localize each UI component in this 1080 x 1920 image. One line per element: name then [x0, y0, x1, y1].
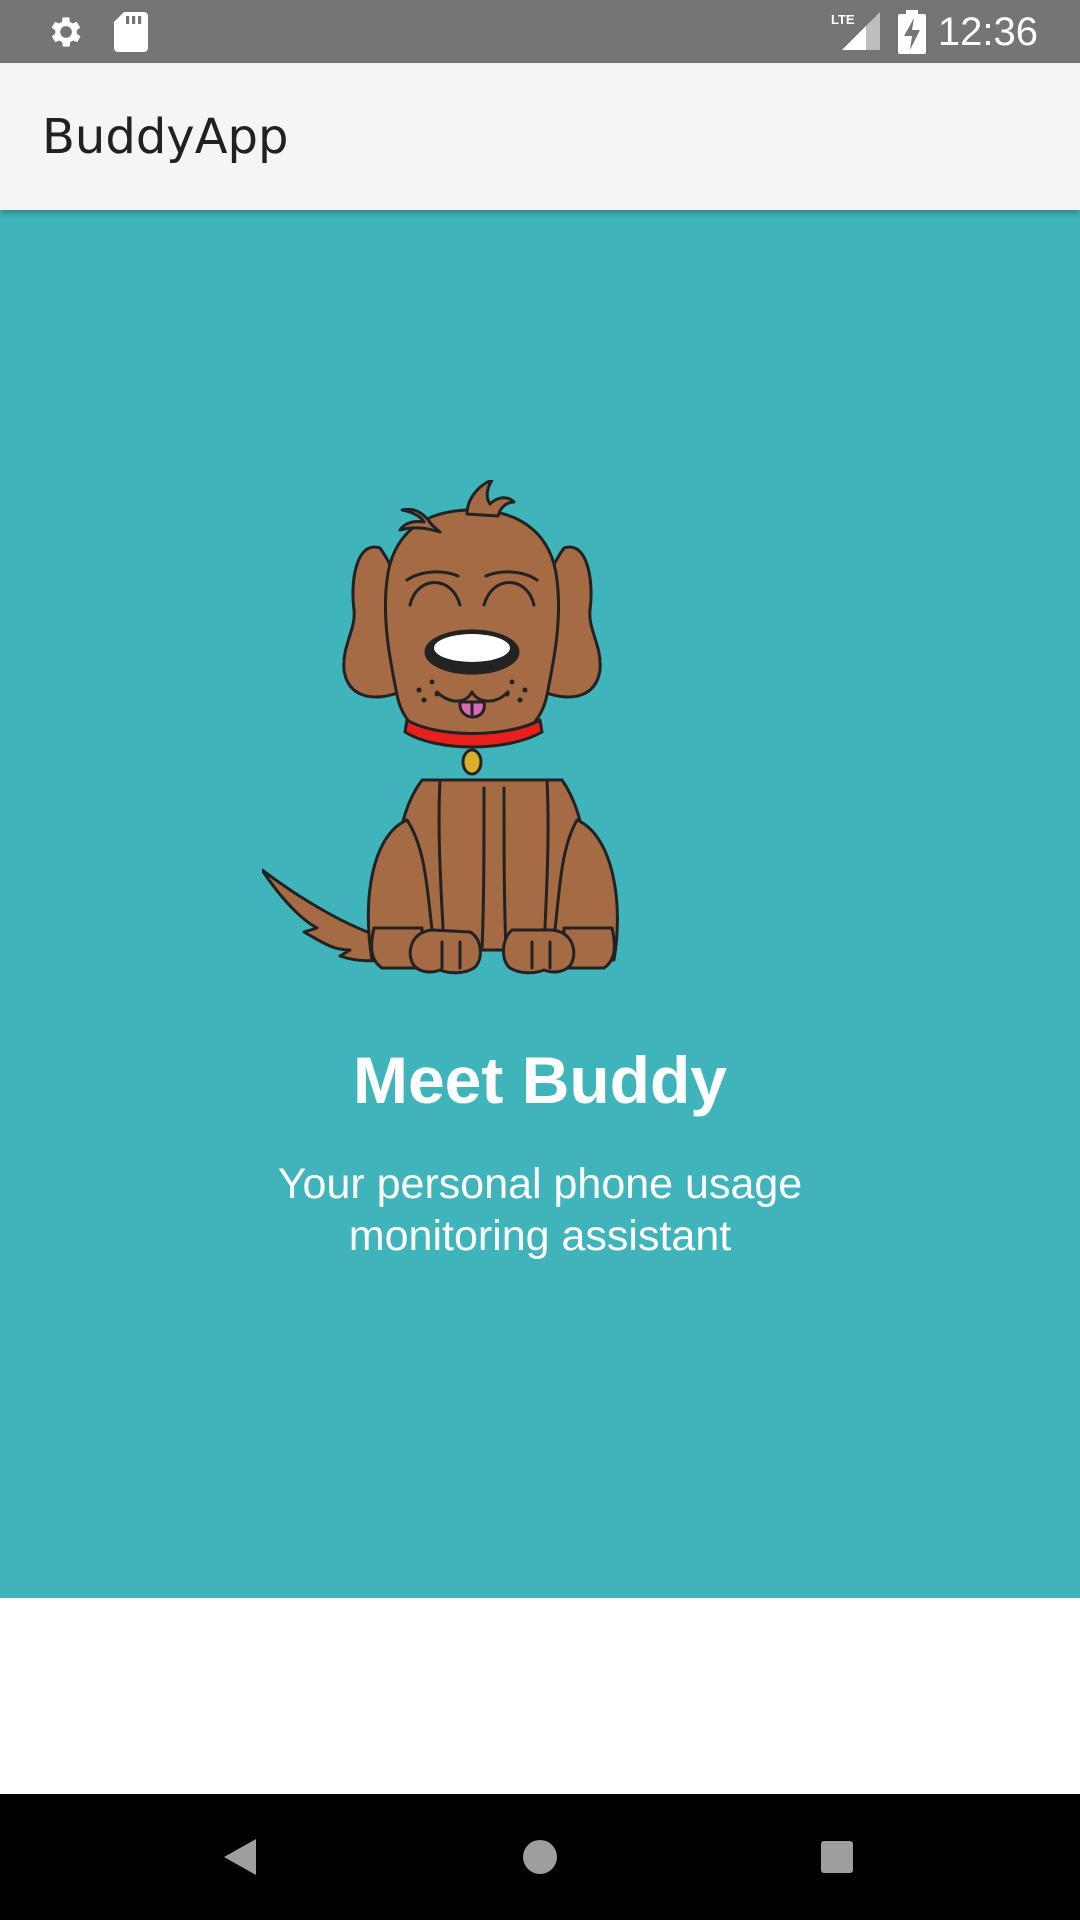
back-button[interactable]: [200, 1817, 280, 1897]
lte-label: LTE: [831, 12, 855, 27]
dog-illustration: [262, 480, 619, 975]
hero-subtitle: Your personal phone usage monitoring ass…: [277, 1160, 803, 1260]
recents-button[interactable]: [797, 1817, 877, 1897]
home-icon: [523, 1840, 557, 1874]
status-bar: LTE 12:36: [0, 0, 1080, 63]
app-title: BuddyApp: [42, 109, 289, 165]
back-icon: [224, 1839, 256, 1875]
lte-signal-icon: LTE: [830, 10, 880, 57]
onboarding-panel[interactable]: Meet Buddy Your personal phone usage mon…: [0, 210, 1080, 1598]
battery-charging-icon: [898, 10, 926, 59]
settings-icon: [46, 12, 86, 57]
status-time: 12:36: [937, 10, 1038, 54]
home-button[interactable]: [500, 1817, 580, 1897]
content-spacer: [0, 1598, 1080, 1794]
sd-card-icon: [114, 12, 148, 57]
app-bar: BuddyApp: [0, 63, 1080, 210]
recents-icon: [821, 1841, 853, 1873]
navigation-bar: [0, 1794, 1080, 1920]
hero-title: Meet Buddy: [352, 1043, 728, 1117]
